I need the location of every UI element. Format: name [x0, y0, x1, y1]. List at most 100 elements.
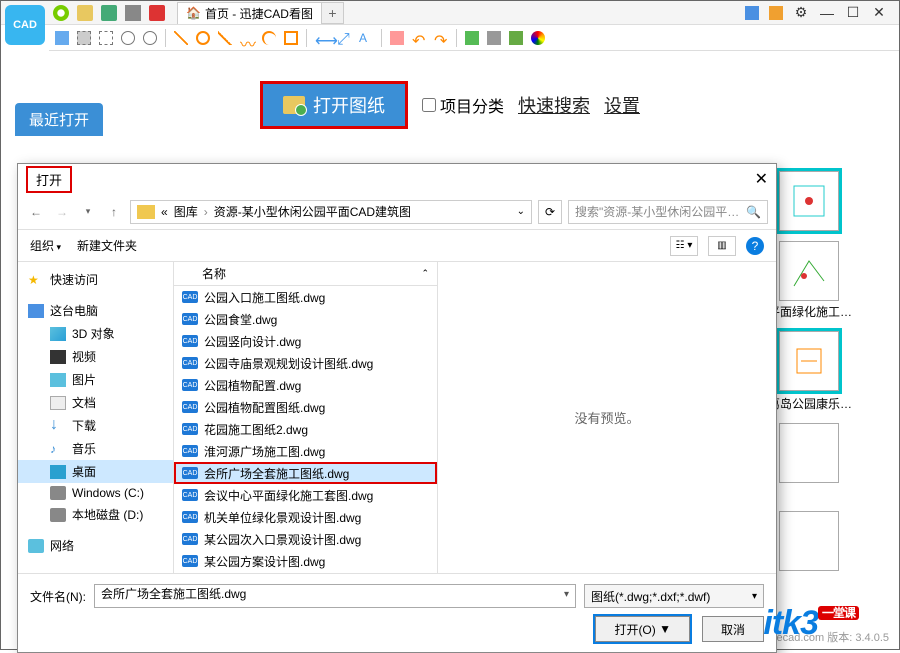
file-row[interactable]: CAD公园食堂.dwg	[174, 308, 437, 330]
file-row[interactable]: CAD会议中心平面绿化施工套图.dwg	[174, 484, 437, 506]
cancel-button[interactable]: 取消	[702, 616, 764, 642]
sidebar-3d-objects[interactable]: 3D 对象	[18, 322, 173, 345]
thumbnail-5[interactable]	[779, 511, 839, 571]
breadcrumb-root[interactable]: 图库	[174, 203, 198, 220]
layer-tools-icon[interactable]	[509, 31, 523, 45]
network-icon	[28, 539, 44, 553]
dialog-close-icon[interactable]: ✕	[755, 169, 768, 189]
sidebar-music[interactable]: ♪音乐	[18, 437, 173, 460]
tab-add[interactable]: +	[322, 2, 344, 24]
file-row[interactable]: CAD公园植物配置.dwg	[174, 374, 437, 396]
new-folder-button[interactable]: 新建文件夹	[77, 237, 137, 254]
close-icon[interactable]: ✕	[871, 5, 887, 21]
zoom-in-icon[interactable]	[121, 31, 135, 45]
layer-off-icon[interactable]	[487, 31, 501, 45]
zoom-extents-icon[interactable]	[77, 31, 91, 45]
music-icon: ♪	[50, 442, 66, 456]
thumbnail-4[interactable]	[779, 423, 839, 483]
filename-input[interactable]: 会所广场全套施工图纸.dwg	[94, 584, 576, 608]
thumbnail-2[interactable]	[779, 241, 839, 301]
sidebar-network[interactable]: 网络	[18, 534, 173, 557]
file-row[interactable]: CAD公园寺庙景观规划设计图纸.dwg	[174, 352, 437, 374]
cad-file-icon: CAD	[182, 335, 198, 347]
dim-linear-icon[interactable]: ⟷	[315, 31, 329, 45]
file-row[interactable]: CAD公园竖向设计.dwg	[174, 330, 437, 352]
text-icon[interactable]: A	[359, 31, 373, 45]
file-row[interactable]: CAD淮河源广场施工图.dwg	[174, 440, 437, 462]
arc-icon[interactable]	[262, 31, 276, 45]
project-category-checkbox[interactable]: 项目分类	[422, 93, 504, 117]
address-dropdown-icon[interactable]: ⌄	[517, 206, 525, 217]
tab-home[interactable]: 🏠 首页 - 迅捷CAD看图	[177, 2, 322, 24]
pan-icon[interactable]	[55, 31, 69, 45]
cad-file-icon: CAD	[182, 379, 198, 391]
sidebar-downloads[interactable]: ↓下载	[18, 414, 173, 437]
file-row[interactable]: CAD会所广场全套施工图纸.dwg	[174, 462, 437, 484]
file-row[interactable]: CAD某公园次入口景观设计图.dwg	[174, 528, 437, 550]
organize-menu[interactable]: 组织	[30, 237, 61, 254]
sidebar-quick-access[interactable]: ★快速访问	[18, 268, 173, 291]
file-row[interactable]: CAD机关单位绿化景观设计图.dwg	[174, 506, 437, 528]
file-filter-select[interactable]: 图纸(*.dwg;*.dxf;*.dwf)	[584, 584, 764, 608]
redo-icon[interactable]: ↷	[434, 31, 448, 45]
view-mode-icon[interactable]: ☷ ▾	[670, 236, 698, 256]
sidebar-drive-c[interactable]: Windows (C:)	[18, 483, 173, 503]
titlebar: 🏠 首页 - 迅捷CAD看图 + ⚙ — ☐ ✕	[1, 1, 899, 25]
thumbnail-1[interactable]	[779, 171, 839, 231]
dialog-files: 名称 ⌃ CAD公园入口施工图纸.dwgCAD公园食堂.dwgCAD公园竖向设计…	[174, 262, 776, 573]
sidebar-desktop[interactable]: 桌面	[18, 460, 173, 483]
file-row[interactable]: CAD花园施工图纸2.dwg	[174, 418, 437, 440]
dim-aligned-icon[interactable]: ⤢	[337, 31, 351, 45]
address-bar[interactable]: « 图库 › 资源-某小型休闲公园平面CAD建筑图 ⌄	[130, 200, 532, 224]
nav-history-icon[interactable]: ▾	[78, 202, 98, 222]
quick-search-link[interactable]: 快速搜索	[518, 92, 590, 118]
refresh-icon[interactable]: ⟳	[538, 200, 562, 224]
file-list[interactable]: 名称 ⌃ CAD公园入口施工图纸.dwgCAD公园食堂.dwgCAD公园竖向设计…	[174, 262, 438, 573]
nav-forward-icon[interactable]: →	[52, 202, 72, 222]
nav-back-icon[interactable]: ←	[26, 202, 46, 222]
maximize-icon[interactable]: ☐	[845, 5, 861, 21]
pdf-icon[interactable]	[149, 5, 165, 21]
sidebar-documents[interactable]: 文档	[18, 391, 173, 414]
minimize-icon[interactable]: —	[819, 5, 835, 21]
file-row[interactable]: CAD某公园方案设计图.dwg	[174, 550, 437, 572]
open-icon[interactable]	[77, 5, 93, 21]
gear-icon[interactable]: ⚙	[793, 5, 809, 21]
breadcrumb-folder[interactable]: 资源-某小型休闲公园平面CAD建筑图	[214, 203, 411, 220]
zoom-window-icon[interactable]	[99, 31, 113, 45]
save-icon[interactable]	[101, 5, 117, 21]
rect-icon[interactable]	[284, 31, 298, 45]
skin-icon[interactable]	[745, 6, 759, 20]
feedback-icon[interactable]	[769, 6, 783, 20]
file-row[interactable]: CAD公园植物配置图纸.dwg	[174, 396, 437, 418]
project-category-check[interactable]	[422, 98, 436, 112]
column-header-name[interactable]: 名称 ⌃	[174, 262, 437, 286]
polyline-icon[interactable]	[218, 31, 232, 45]
nav-up-icon[interactable]: ↑	[104, 202, 124, 222]
sidebar-videos[interactable]: 视频	[18, 345, 173, 368]
erase-icon[interactable]	[390, 31, 404, 45]
file-name: 公园入口施工图纸.dwg	[204, 289, 325, 306]
color-icon[interactable]	[531, 31, 545, 45]
preview-pane-icon[interactable]: ▥	[708, 236, 736, 256]
zoom-out-icon[interactable]	[143, 31, 157, 45]
search-input[interactable]: 搜索"资源-某小型休闲公园平… 🔍	[568, 200, 768, 224]
new-icon[interactable]	[53, 5, 69, 21]
help-icon[interactable]: ?	[746, 237, 764, 255]
layers-icon[interactable]	[465, 31, 479, 45]
open-drawing-button[interactable]: 打开图纸	[260, 81, 408, 129]
sidebar-this-pc[interactable]: 这台电脑	[18, 299, 173, 322]
print-icon[interactable]	[125, 5, 141, 21]
sidebar-pictures[interactable]: 图片	[18, 368, 173, 391]
line-icon[interactable]	[174, 31, 188, 45]
file-row[interactable]: CAD公园入口施工图纸.dwg	[174, 286, 437, 308]
settings-link[interactable]: 设置	[604, 92, 640, 118]
preview-pane: 没有预览。	[438, 262, 776, 573]
sort-icon[interactable]: ⌃	[421, 268, 429, 279]
sidebar-drive-d[interactable]: 本地磁盘 (D:)	[18, 503, 173, 526]
thumbnail-3[interactable]	[779, 331, 839, 391]
circle-icon[interactable]	[196, 31, 210, 45]
open-button[interactable]: 打开(O) ▼	[595, 616, 690, 642]
spline-icon[interactable]: 〰	[240, 31, 254, 45]
undo-icon[interactable]: ↶	[412, 31, 426, 45]
